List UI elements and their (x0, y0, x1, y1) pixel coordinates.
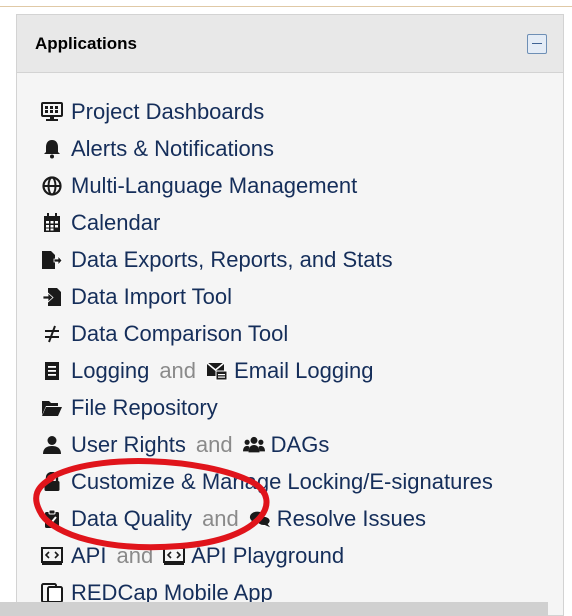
bottom-strip (0, 602, 548, 616)
panel-header: Applications (17, 15, 563, 73)
logging-link[interactable]: Logging (71, 358, 149, 384)
email-logging-link[interactable]: Email Logging (234, 358, 373, 384)
user-icon (41, 434, 63, 456)
globe-icon (41, 175, 63, 197)
lock-icon (41, 471, 63, 493)
joiner-text: and (116, 542, 154, 568)
code-icon (163, 545, 186, 567)
joiner-text: and (159, 357, 197, 383)
not-equal-icon (41, 323, 63, 345)
folder-open-icon (41, 397, 63, 419)
dags-link[interactable]: DAGs (271, 432, 330, 458)
collapse-button[interactable] (527, 33, 547, 54)
applications-list: Project Dashboards Alerts & Notification… (17, 73, 563, 611)
joiner-text: and (195, 431, 233, 457)
menu-item-project-dashboards[interactable]: Project Dashboards (17, 93, 563, 130)
menu-item-file-repository[interactable]: File Repository (17, 389, 563, 426)
menu-item-api: API and API Playground (17, 537, 563, 574)
menu-item-calendar[interactable]: Calendar (17, 204, 563, 241)
file-export-icon (41, 249, 63, 271)
menu-item-label[interactable]: Alerts & Notifications (71, 136, 274, 162)
menu-item-label[interactable]: Project Dashboards (71, 99, 264, 125)
menu-item-label[interactable]: Data Import Tool (71, 284, 232, 310)
menu-item-data-quality: Data Quality and Resolve Issues (17, 500, 563, 537)
menu-item-label[interactable]: Calendar (71, 210, 160, 236)
monitor-icon (41, 101, 63, 123)
file-import-icon (41, 286, 63, 308)
menu-item-label[interactable]: Multi-Language Management (71, 173, 357, 199)
api-link[interactable]: API (71, 543, 106, 569)
menu-item-data-exports[interactable]: Data Exports, Reports, and Stats (17, 241, 563, 278)
mail-log-icon (206, 360, 228, 382)
resolve-issues-link[interactable]: Resolve Issues (277, 506, 426, 532)
menu-item-data-import[interactable]: Data Import Tool (17, 278, 563, 315)
menu-item-label[interactable]: Data Exports, Reports, and Stats (71, 247, 393, 273)
calendar-icon (41, 212, 63, 234)
comments-icon (249, 508, 271, 530)
menu-item-label[interactable]: File Repository (71, 395, 218, 421)
menu-item-user-rights: User Rights and DAGs (17, 426, 563, 463)
menu-item-label[interactable]: Customize & Manage Locking/E-signatures (71, 469, 493, 495)
menu-item-label[interactable]: Data Comparison Tool (71, 321, 288, 347)
code-icon (41, 545, 63, 567)
applications-panel: Applications Project Dashboards Alerts &… (16, 14, 564, 616)
top-strip (0, 0, 572, 7)
clipboard-check-icon (41, 508, 63, 530)
menu-item-data-comparison[interactable]: Data Comparison Tool (17, 315, 563, 352)
menu-item-alerts[interactable]: Alerts & Notifications (17, 130, 563, 167)
menu-item-logging: Logging and Email Logging (17, 352, 563, 389)
panel-title: Applications (35, 33, 138, 53)
data-quality-link[interactable]: Data Quality (71, 506, 192, 532)
list-icon (41, 360, 63, 382)
joiner-text: and (202, 505, 239, 531)
menu-item-multi-language[interactable]: Multi-Language Management (17, 167, 563, 204)
menu-item-locking[interactable]: Customize & Manage Locking/E-signatures (17, 463, 563, 500)
api-playground-link[interactable]: API Playground (191, 543, 344, 569)
bell-icon (41, 138, 63, 160)
users-icon (242, 434, 265, 456)
user-rights-link[interactable]: User Rights (71, 432, 186, 458)
mobile-icon (41, 582, 63, 604)
